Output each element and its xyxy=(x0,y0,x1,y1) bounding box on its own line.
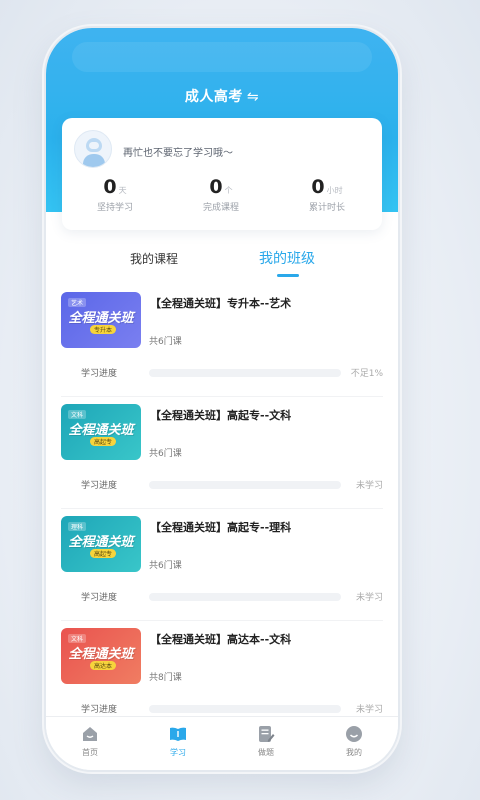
thumb-banner: 全程通关班 xyxy=(68,647,134,662)
progress-bar xyxy=(149,705,341,713)
course-thumbnail: 理科全程通关班 高起专 xyxy=(61,516,141,572)
course-thumbnail: 文科全程通关班 高达本 xyxy=(61,628,141,684)
active-tab-indicator xyxy=(277,274,299,277)
thumb-tag: 文科 xyxy=(68,634,87,643)
stat-value: 0 xyxy=(209,176,223,198)
tabbar-item-study[interactable]: 学习 xyxy=(134,717,222,770)
thumb-tag: 文科 xyxy=(68,410,87,419)
book-icon xyxy=(170,727,186,741)
course-card[interactable]: 文科 全程通关班 高起专 【全程通关班】高起专--文科 共6门课 学习进度 未学习 xyxy=(46,404,398,516)
course-count: 共6门课 xyxy=(149,337,182,347)
tabbar-label: 首页 xyxy=(82,748,98,757)
course-thumbnail: 艺术全程通关班 专升本 xyxy=(61,292,141,348)
thumb-banner: 全程通关班 xyxy=(68,423,134,438)
thumb-chip: 高起专 xyxy=(90,549,117,558)
bottom-tab-bar: 首页 学习 做题 我的 xyxy=(46,716,398,770)
avatar[interactable] xyxy=(74,130,112,168)
progress-label: 学习进度 xyxy=(81,593,118,603)
progress-label: 学习进度 xyxy=(81,481,118,491)
home-icon xyxy=(83,727,97,741)
divider xyxy=(61,396,383,397)
tabbar-item-profile[interactable]: 我的 xyxy=(310,717,398,770)
progress-bar xyxy=(149,481,341,489)
course-card[interactable]: 理科 全程通关班 高起专 【全程通关班】高起专--理科 共6门课 学习进度 未学习 xyxy=(46,516,398,628)
stat-study-days: 0天 坚持学习 xyxy=(62,176,168,213)
phone-frame: 成人高考 ⇋ 再忙也不要忘了学习哦～ 0天 坚持学习 0个 完成课程 0 小时 累计… xyxy=(46,28,398,770)
course-title: 【全程通关班】高起专--理科 xyxy=(150,521,292,534)
tab-my-courses[interactable]: 我的课程 xyxy=(130,250,178,267)
stat-value: 0 xyxy=(311,176,325,198)
progress-bar xyxy=(149,593,341,601)
stat-unit: 天 xyxy=(118,186,127,195)
course-title: 【全程通关班】高起专--文科 xyxy=(150,409,292,422)
progress-label: 学习进度 xyxy=(81,369,118,379)
stat-label: 完成课程 xyxy=(202,203,239,213)
thumb-banner: 全程通关班 xyxy=(68,535,134,550)
progress-status: 未学习 xyxy=(355,593,383,603)
tab-my-classes[interactable]: 我的班级 xyxy=(259,248,315,268)
course-card[interactable]: 艺术 全程通关班 专升本 【全程通关班】专升本--艺术 共6门课 学习进度 不足1% xyxy=(46,292,398,404)
tabbar-item-exercise[interactable]: 做题 xyxy=(222,717,310,770)
page-title: 成人高考 xyxy=(184,89,243,105)
stat-completed-courses: 0个 完成课程 xyxy=(168,176,274,213)
course-count: 共6门课 xyxy=(149,561,182,571)
stats-card: 再忙也不要忘了学习哦～ 0天 坚持学习 0个 完成课程 0 小时 累计时长 xyxy=(62,118,382,230)
thumb-banner: 全程通关班 xyxy=(68,311,134,326)
stat-value: 0 xyxy=(103,176,117,198)
progress-status: 未学习 xyxy=(355,481,383,491)
course-title: 【全程通关班】高达本--文科 xyxy=(150,633,292,646)
course-count: 共8门课 xyxy=(149,673,182,683)
progress-status: 未学习 xyxy=(355,705,383,715)
thumb-chip: 高起专 xyxy=(90,437,117,446)
progress-label: 学习进度 xyxy=(81,705,118,715)
stat-unit: 个 xyxy=(224,186,233,195)
divider xyxy=(61,508,383,509)
divider xyxy=(61,620,383,621)
thumb-chip: 高达本 xyxy=(90,661,117,670)
stat-label: 累计时长 xyxy=(308,203,345,213)
course-thumbnail: 文科全程通关班 高起专 xyxy=(61,404,141,460)
course-title: 【全程通关班】专升本--艺术 xyxy=(150,297,292,310)
stat-label: 坚持学习 xyxy=(96,203,133,213)
stat-unit: 小时 xyxy=(326,186,343,195)
stat-total-hours: 0 小时 累计时长 xyxy=(274,176,380,213)
swap-icon: ⇋ xyxy=(246,89,260,105)
tabbar-label: 学习 xyxy=(170,748,186,757)
motto-text: 再忙也不要忘了学习哦～ xyxy=(123,148,233,159)
exercise-icon xyxy=(259,726,275,742)
thumb-chip: 专升本 xyxy=(90,325,117,334)
thumb-tag: 艺术 xyxy=(68,298,87,307)
tabbar-label: 做题 xyxy=(258,748,274,757)
tabbar-item-home[interactable]: 首页 xyxy=(46,717,134,770)
status-bar xyxy=(72,42,372,72)
exam-type-switcher[interactable]: 成人高考 ⇋ xyxy=(46,86,398,106)
progress-bar xyxy=(149,369,341,377)
thumb-tag: 理科 xyxy=(68,522,87,531)
tabbar-label: 我的 xyxy=(346,748,362,757)
course-count: 共6门课 xyxy=(149,449,182,459)
profile-icon xyxy=(346,726,362,742)
progress-status: 不足1% xyxy=(350,369,383,379)
